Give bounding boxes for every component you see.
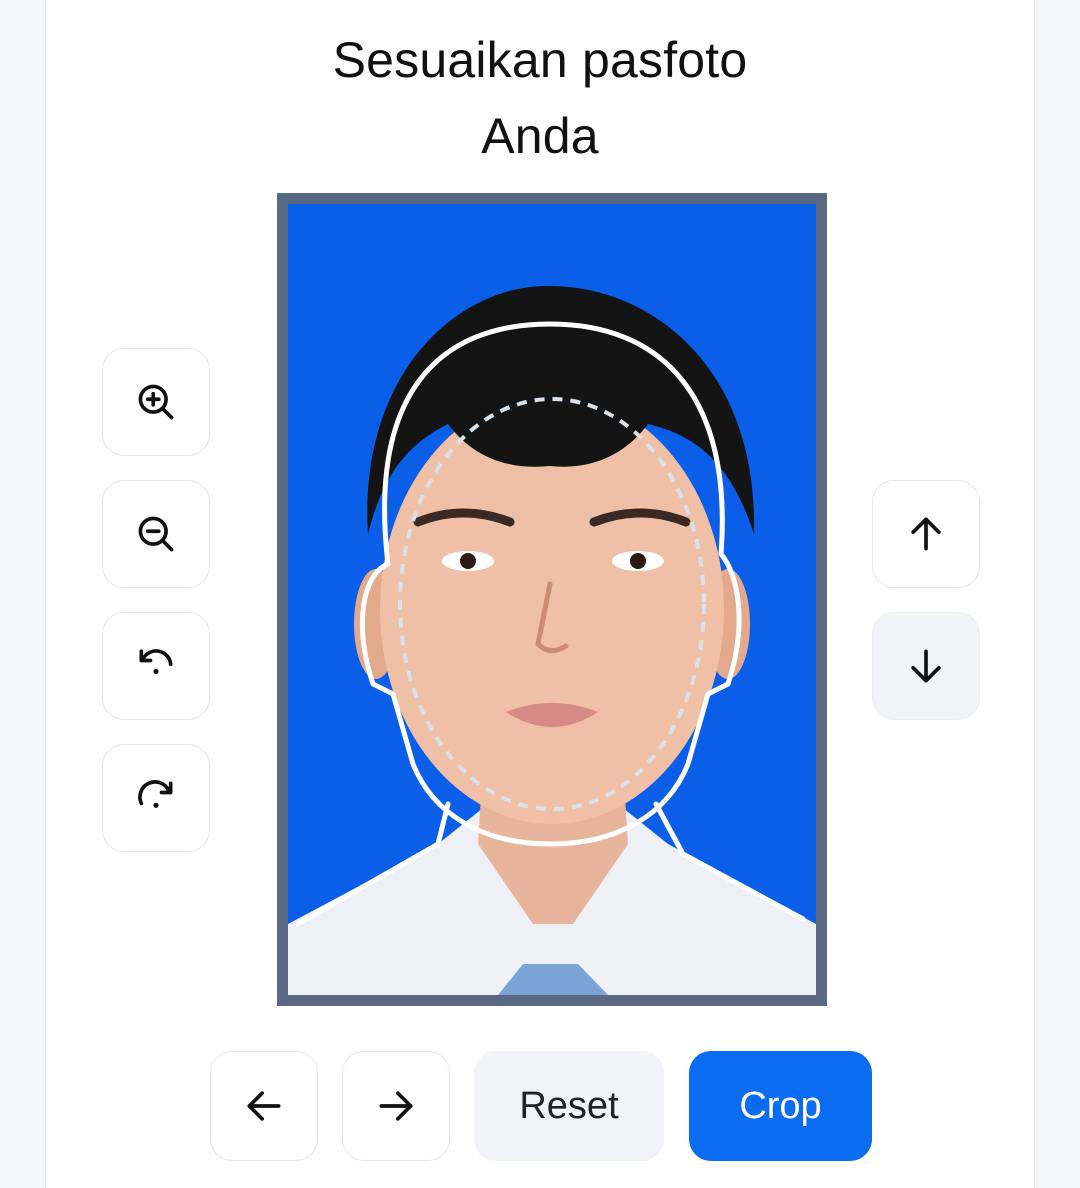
dialog-title-line2: Anda (481, 108, 599, 164)
passport-photo[interactable] (288, 204, 816, 995)
reset-button[interactable]: Reset (474, 1051, 664, 1161)
zoom-out-icon (138, 516, 174, 552)
move-left-button[interactable] (210, 1051, 318, 1161)
dialog-title: Sesuaikan pasfoto Anda (0, 22, 1080, 174)
zoom-in-button[interactable] (102, 348, 210, 456)
crop-button[interactable]: Crop (689, 1051, 872, 1161)
arrow-right-icon (379, 1091, 413, 1121)
move-up-button[interactable] (872, 480, 980, 588)
zoom-out-button[interactable] (102, 480, 210, 588)
move-down-button[interactable] (872, 612, 980, 720)
rotate-right-icon (138, 780, 173, 808)
dialog-title-line1: Sesuaikan pasfoto (332, 32, 748, 88)
arrow-down-icon (911, 649, 941, 683)
arrow-left-icon (247, 1091, 281, 1121)
move-right-button[interactable] (342, 1051, 450, 1161)
rotate-right-button[interactable] (102, 744, 210, 852)
rotate-left-icon (139, 649, 173, 675)
rotate-left-button[interactable] (102, 612, 210, 720)
zoom-in-icon (138, 384, 174, 420)
crop-canvas[interactable] (277, 193, 827, 1006)
arrow-up-icon (911, 517, 941, 551)
